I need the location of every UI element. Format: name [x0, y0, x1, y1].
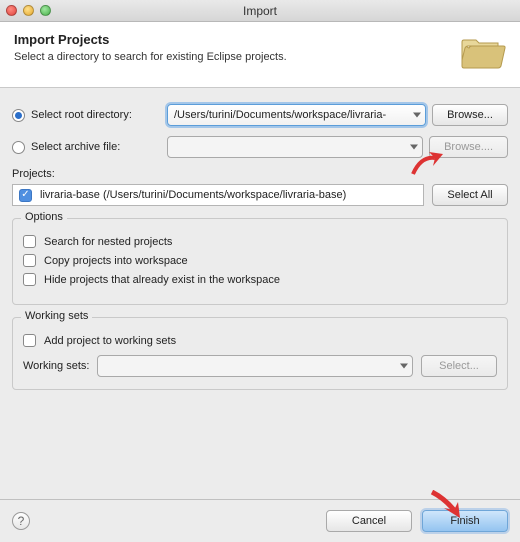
root-directory-value: /Users/turini/Documents/workspace/livrar… — [174, 109, 386, 121]
add-working-sets-checkbox[interactable] — [23, 334, 36, 347]
window-title: Import — [0, 4, 520, 18]
project-item-label: livraria-base (/Users/turini/Documents/w… — [40, 189, 346, 201]
folder-icon — [458, 32, 506, 75]
working-sets-group: Working sets Add project to working sets… — [12, 317, 508, 390]
archive-file-label: Select archive file: — [31, 141, 161, 153]
root-directory-label: Select root directory: — [31, 109, 161, 121]
working-sets-select-button: Select... — [421, 355, 497, 377]
traffic-lights — [6, 5, 51, 16]
nested-projects-label: Search for nested projects — [44, 236, 172, 248]
titlebar: Import — [0, 0, 520, 22]
archive-file-row: Select archive file: Browse.... — [12, 136, 508, 158]
working-sets-title: Working sets — [21, 310, 92, 322]
chevron-down-icon — [410, 145, 418, 150]
working-sets-label: Working sets: — [23, 360, 89, 372]
minimize-icon[interactable] — [23, 5, 34, 16]
browse-root-button[interactable]: Browse... — [432, 104, 508, 126]
root-directory-row: Select root directory: /Users/turini/Doc… — [12, 104, 508, 126]
finish-button[interactable]: Finish — [422, 510, 508, 532]
close-icon[interactable] — [6, 5, 17, 16]
help-icon[interactable]: ? — [12, 512, 30, 530]
copy-workspace-checkbox[interactable] — [23, 254, 36, 267]
root-directory-radio[interactable] — [12, 109, 25, 122]
page-subtitle: Select a directory to search for existin… — [14, 51, 287, 63]
options-title: Options — [21, 211, 67, 223]
projects-list[interactable]: livraria-base (/Users/turini/Documents/w… — [12, 184, 424, 206]
wizard-header: Import Projects Select a directory to se… — [0, 22, 520, 88]
add-working-sets-label: Add project to working sets — [44, 335, 176, 347]
working-sets-combo — [97, 355, 413, 377]
hide-existing-label: Hide projects that already exist in the … — [44, 274, 280, 286]
project-checkbox[interactable] — [19, 189, 32, 202]
cancel-button[interactable]: Cancel — [326, 510, 412, 532]
chevron-down-icon — [413, 113, 421, 118]
root-directory-combo[interactable]: /Users/turini/Documents/workspace/livrar… — [167, 104, 426, 126]
footer: ? Cancel Finish — [0, 499, 520, 542]
archive-file-combo — [167, 136, 423, 158]
zoom-icon[interactable] — [40, 5, 51, 16]
browse-archive-button: Browse.... — [429, 136, 508, 158]
page-title: Import Projects — [14, 32, 287, 47]
archive-file-radio[interactable] — [12, 141, 25, 154]
nested-projects-checkbox[interactable] — [23, 235, 36, 248]
projects-label: Projects: — [12, 168, 508, 180]
hide-existing-checkbox[interactable] — [23, 273, 36, 286]
options-group: Options Search for nested projects Copy … — [12, 218, 508, 305]
select-all-button[interactable]: Select All — [432, 184, 508, 206]
chevron-down-icon — [400, 364, 408, 369]
copy-workspace-label: Copy projects into workspace — [44, 255, 188, 267]
